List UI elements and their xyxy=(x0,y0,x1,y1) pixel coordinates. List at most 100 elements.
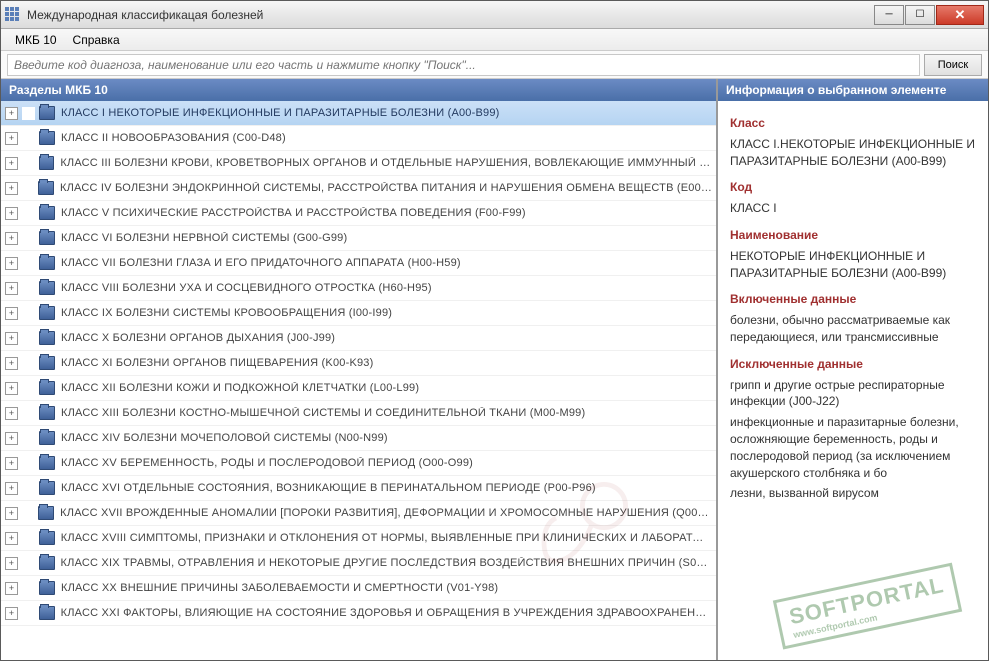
expander-icon[interactable]: + xyxy=(5,507,18,520)
app-icon xyxy=(5,7,21,23)
expander-icon[interactable]: + xyxy=(5,607,18,620)
spacer xyxy=(22,457,35,470)
tree-row[interactable]: +КЛАСС VII БОЛЕЗНИ ГЛАЗА И ЕГО ПРИДАТОЧН… xyxy=(1,251,716,276)
tree-item-label: КЛАСС I НЕКОТОРЫЕ ИНФЕКЦИОННЫЕ И ПАРАЗИТ… xyxy=(61,107,500,119)
expander-icon[interactable]: + xyxy=(5,182,18,195)
titlebar: Международная классификацая болезней ─ ☐… xyxy=(1,1,988,29)
tree-row[interactable]: +КЛАСС XVII ВРОЖДЕННЫЕ АНОМАЛИИ [ПОРОКИ … xyxy=(1,501,716,526)
tree-row[interactable]: +КЛАСС VIII БОЛЕЗНИ УХА И СОСЦЕВИДНОГО О… xyxy=(1,276,716,301)
tree-item-label: КЛАСС XIV БОЛЕЗНИ МОЧЕПОЛОВОЙ СИСТЕМЫ (N… xyxy=(61,432,388,444)
expander-icon[interactable]: + xyxy=(5,357,18,370)
tree-row[interactable]: + КЛАСС IV БОЛЕЗНИ ЭНДОКРИННОЙ СИСТЕМЫ, Р… xyxy=(1,176,716,201)
tree-row[interactable]: +КЛАСС X БОЛЕЗНИ ОРГАНОВ ДЫХАНИЯ (J00-J9… xyxy=(1,326,716,351)
expander-icon[interactable]: + xyxy=(5,307,18,320)
search-button[interactable]: Поиск xyxy=(924,54,982,76)
info-heading-excluded: Исключенные данные xyxy=(730,356,976,373)
expander-icon[interactable]: + xyxy=(5,282,18,295)
tree-row[interactable]: + КЛАСС XIII БОЛЕЗНИ КОСТНО-МЫШЕЧНОЙ СИСТ… xyxy=(1,401,716,426)
expander-icon[interactable]: + xyxy=(5,132,18,145)
folder-icon xyxy=(39,131,55,145)
tree-item-label: КЛАСС II НОВООБРАЗОВАНИЯ (C00-D48) xyxy=(61,132,286,144)
expander-icon[interactable]: + xyxy=(5,257,18,270)
expander-icon[interactable]: + xyxy=(5,107,18,120)
folder-icon xyxy=(39,606,55,620)
tree-view[interactable]: + КЛАСС I НЕКОТОРЫЕ ИНФЕКЦИОННЫЕ И ПАРАЗИ… xyxy=(1,101,716,660)
window-title: Международная классификацая болезней xyxy=(27,8,874,22)
right-panel-header: Информация о выбранном элементе xyxy=(718,79,988,101)
info-value-name: НЕКОТОРЫЕ ИНФЕКЦИОННЫЕ И ПАРАЗИТАРНЫЕ БО… xyxy=(730,248,976,282)
info-heading-included: Включенные данные xyxy=(730,291,976,308)
expander-icon[interactable]: + xyxy=(5,157,18,170)
spacer xyxy=(22,382,35,395)
expander-icon[interactable]: + xyxy=(5,557,18,570)
tree-item-label: КЛАСС XIII БОЛЕЗНИ КОСТНО-МЫШЕЧНОЙ СИСТЕ… xyxy=(61,407,585,419)
info-value-excluded-2: инфекционные и паразитарные болезни, осл… xyxy=(730,414,976,481)
spacer xyxy=(22,282,35,295)
expander-icon[interactable]: + xyxy=(5,207,18,220)
spacer xyxy=(22,532,35,545)
spacer xyxy=(22,557,35,570)
search-input[interactable] xyxy=(7,54,920,76)
tree-row[interactable]: +КЛАСС III БОЛЕЗНИ КРОВИ, КРОВЕТВОРНЫХ О… xyxy=(1,151,716,176)
spacer xyxy=(22,157,35,170)
tree-row[interactable]: + КЛАСС I НЕКОТОРЫЕ ИНФЕКЦИОННЫЕ И ПАРАЗИ… xyxy=(1,101,716,126)
folder-icon xyxy=(39,156,55,170)
tree-row[interactable]: +КЛАСС XI БОЛЕЗНИ ОРГАНОВ ПИЩЕВАРЕНИЯ (K… xyxy=(1,351,716,376)
tree-row[interactable]: + КЛАСС XXI ФАКТОРЫ, ВЛИЯЮЩИЕ НА СОСТОЯНИ… xyxy=(1,601,716,626)
expander-icon[interactable]: + xyxy=(5,532,18,545)
folder-icon xyxy=(39,231,55,245)
content: Разделы МКБ 10 + КЛАСС I НЕКОТОРЫЕ ИНФЕКЦ… xyxy=(1,79,988,660)
tree-row[interactable]: +КЛАСС XX ВНЕШНИЕ ПРИЧИНЫ ЗАБОЛЕВАЕМОСТИ… xyxy=(1,576,716,601)
menu-help[interactable]: Справка xyxy=(65,31,128,49)
info-value-code: КЛАСС I xyxy=(730,200,976,217)
expander-icon[interactable]: + xyxy=(5,332,18,345)
tree-row[interactable]: +КЛАСС V ПСИХИЧЕСКИЕ РАССТРОЙСТВА И РАСС… xyxy=(1,201,716,226)
menubar: МКБ 10 Справка xyxy=(1,29,988,51)
spacer xyxy=(22,482,35,495)
folder-icon xyxy=(39,331,55,345)
menu-mkb10[interactable]: МКБ 10 xyxy=(7,31,65,49)
tree-item-label: КЛАСС XII БОЛЕЗНИ КОЖИ И ПОДКОЖНОЙ КЛЕТЧ… xyxy=(61,382,419,394)
minimize-button[interactable]: ─ xyxy=(874,5,904,25)
expander-icon[interactable]: + xyxy=(5,482,18,495)
maximize-button[interactable]: ☐ xyxy=(905,5,935,25)
expander-icon[interactable]: + xyxy=(5,432,18,445)
folder-icon xyxy=(39,456,55,470)
tree-row[interactable]: + КЛАСС XIV БОЛЕЗНИ МОЧЕПОЛОВОЙ СИСТЕМЫ (… xyxy=(1,426,716,451)
info-value-excluded-3: лезни, вызванной вирусом xyxy=(730,485,976,502)
folder-icon xyxy=(39,356,55,370)
info-body: Класс КЛАСС I.НЕКОТОРЫЕ ИНФЕКЦИОННЫЕ И П… xyxy=(718,101,988,660)
tree-item-label: КЛАСС VI БОЛЕЗНИ НЕРВНОЙ СИСТЕМЫ (G00-G9… xyxy=(61,232,347,244)
folder-icon xyxy=(39,381,55,395)
spacer xyxy=(22,332,35,345)
tree-item-label: КЛАСС XXI ФАКТОРЫ, ВЛИЯЮЩИЕ НА СОСТОЯНИЕ… xyxy=(61,607,712,619)
close-button[interactable]: ✕ xyxy=(936,5,984,25)
right-panel: Информация о выбранном элементе Класс КЛ… xyxy=(718,79,988,660)
spacer xyxy=(22,357,35,370)
folder-icon xyxy=(39,281,55,295)
folder-icon xyxy=(38,506,54,520)
tree-row[interactable]: +КЛАСС IX БОЛЕЗНИ СИСТЕМЫ КРОВООБРАЩЕНИЯ… xyxy=(1,301,716,326)
spacer xyxy=(22,132,35,145)
tree-row[interactable]: +КЛАСС XVI ОТДЕЛЬНЫЕ СОСТОЯНИЯ, ВОЗНИКАЮ… xyxy=(1,476,716,501)
tree-row[interactable]: + КЛАСС XIX ТРАВМЫ, ОТРАВЛЕНИЯ И НЕКОТОРЫ… xyxy=(1,551,716,576)
expander-icon[interactable]: + xyxy=(5,232,18,245)
app-window: Международная классификацая болезней ─ ☐… xyxy=(0,0,989,661)
expander-icon[interactable]: + xyxy=(5,457,18,470)
tree-item-label: КЛАСС XIX ТРАВМЫ, ОТРАВЛЕНИЯ И НЕКОТОРЫЕ… xyxy=(61,557,712,569)
tree-row[interactable]: + КЛАСС VI БОЛЕЗНИ НЕРВНОЙ СИСТЕМЫ (G00-G… xyxy=(1,226,716,251)
tree-row[interactable]: + КЛАСС II НОВООБРАЗОВАНИЯ (C00-D48) xyxy=(1,126,716,151)
tree-row[interactable]: + КЛАСС XVIII СИМПТОМЫ, ПРИЗНАКИ И ОТКЛОН… xyxy=(1,526,716,551)
tree-row[interactable]: + КЛАСС XV БЕРЕМЕННОСТЬ, РОДЫ И ПОСЛЕРОДО… xyxy=(1,451,716,476)
left-panel-header: Разделы МКБ 10 xyxy=(1,79,716,101)
info-value-excluded-1: грипп и другие острые респираторные инфе… xyxy=(730,377,976,411)
expander-icon[interactable]: + xyxy=(5,407,18,420)
tree-row[interactable]: + КЛАСС XII БОЛЕЗНИ КОЖИ И ПОДКОЖНОЙ КЛЕТ… xyxy=(1,376,716,401)
tree-item-label: КЛАСС IV БОЛЕЗНИ ЭНДОКРИННОЙ СИСТЕМЫ, РА… xyxy=(60,182,712,194)
folder-icon xyxy=(39,531,55,545)
expander-icon[interactable]: + xyxy=(5,382,18,395)
expander-icon[interactable]: + xyxy=(5,582,18,595)
tree-item-label: КЛАСС XV БЕРЕМЕННОСТЬ, РОДЫ И ПОСЛЕРОДОВ… xyxy=(61,457,473,469)
tree-item-label: КЛАСС XVIII СИМПТОМЫ, ПРИЗНАКИ И ОТКЛОНЕ… xyxy=(61,532,712,544)
folder-icon xyxy=(39,481,55,495)
